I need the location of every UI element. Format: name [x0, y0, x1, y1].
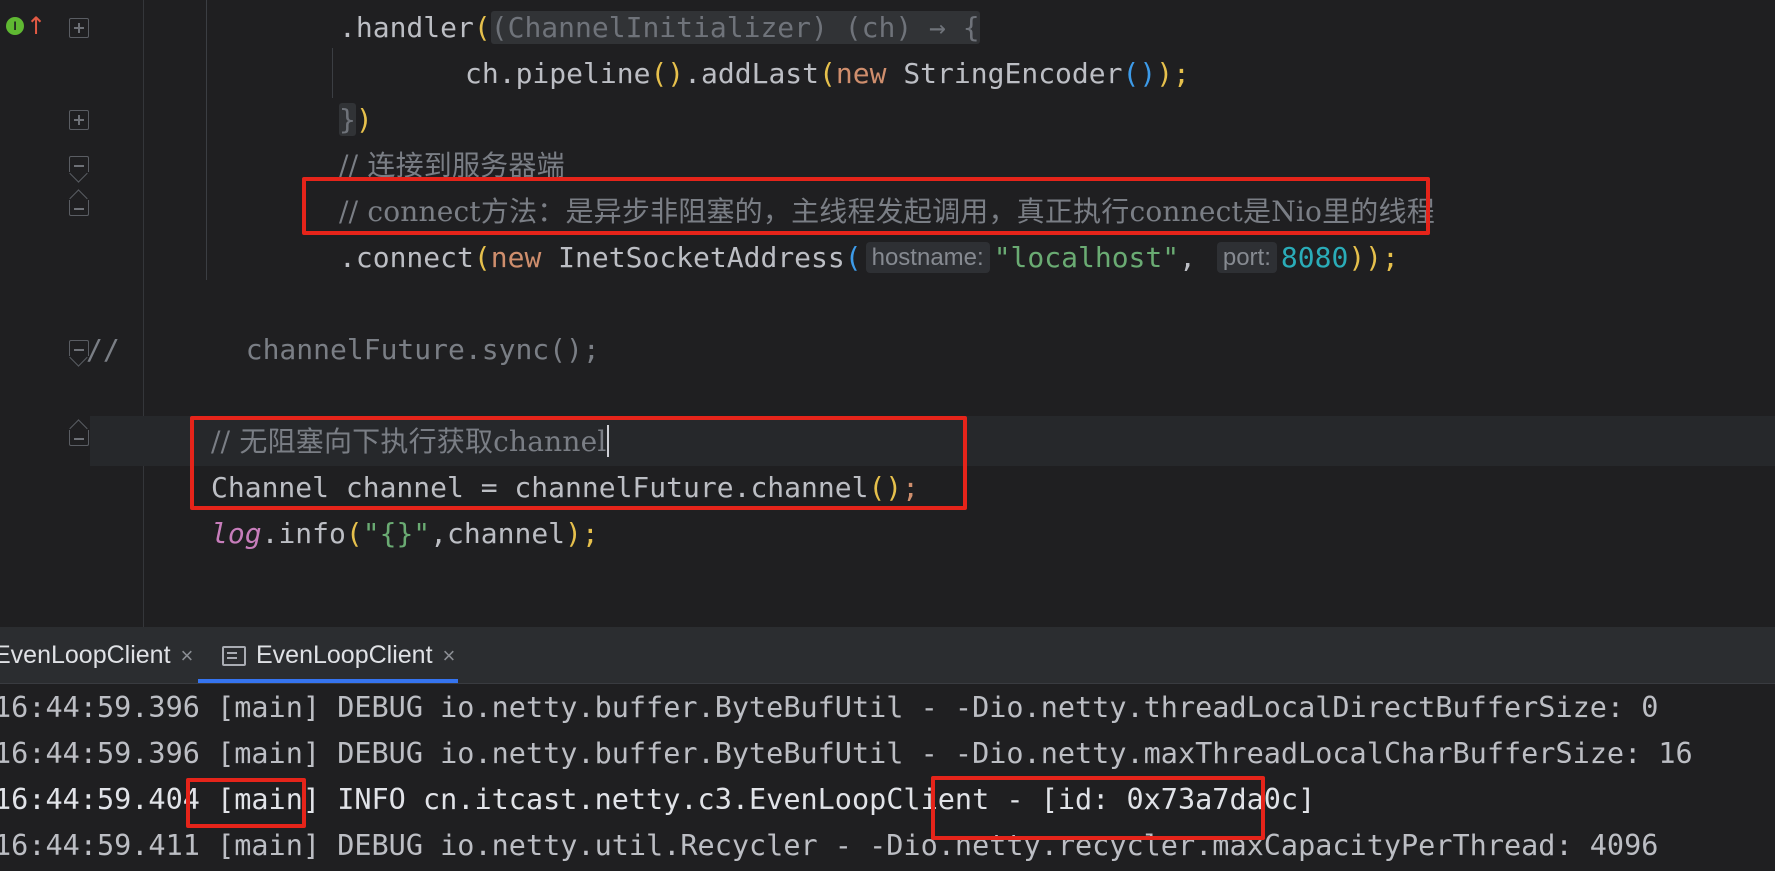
indent-guide	[332, 48, 333, 98]
token-lambda-fold[interactable]: (ChannelInitializer) (ch) → {	[490, 11, 980, 44]
implements-marker-icon[interactable]: I	[6, 17, 24, 35]
token-keyword: new	[835, 57, 887, 90]
code-line-pipeline[interactable]: ch.pipeline().addLast(new StringEncoder(…	[465, 48, 1190, 100]
token-method: connect	[355, 241, 474, 274]
token-class: InetSocketAddress	[558, 241, 845, 274]
token-string: "{}"	[362, 517, 431, 550]
token-dot: .	[339, 241, 356, 274]
token-object: ch.	[465, 57, 516, 90]
token-field: log	[211, 517, 262, 550]
log-message: DEBUG io.netty.buffer.ByteBufUtil - -Dio…	[337, 691, 1659, 724]
fold-expand-icon[interactable]	[69, 18, 89, 38]
fold-expand-icon[interactable]	[69, 110, 89, 130]
code-line-log[interactable]: log.info("{}",channel);	[211, 508, 599, 560]
token-class: StringEncoder	[903, 57, 1123, 90]
run-tab-active[interactable]: EvenLoopClient ×	[198, 627, 458, 683]
token-paren: (	[819, 57, 836, 90]
annotation-box-channel-id	[931, 776, 1265, 840]
gutter-divider	[143, 0, 144, 627]
token-paren: (	[844, 241, 862, 274]
code-line-connect[interactable]: .connect(new InetSocketAddress(hostname:…	[339, 232, 1399, 284]
token-paren: (	[345, 517, 363, 550]
comment-prefix: //	[86, 333, 120, 366]
run-tab-label: EvenLoopClient	[256, 641, 433, 669]
token-paren: (	[473, 11, 491, 44]
log-timestamp: 16:44:59.396	[0, 691, 200, 724]
run-tool-window-tabs: EvenLoopClient × EvenLoopClient ×	[0, 627, 1775, 684]
code-line-close-brace[interactable]: })	[339, 94, 373, 146]
token-close: );	[1156, 57, 1190, 90]
log-thread: [main]	[217, 737, 321, 770]
fold-end-icon[interactable]	[69, 200, 89, 216]
annotation-box-main-thread	[186, 778, 306, 828]
token-dot: .	[261, 517, 279, 550]
token-paren: )	[355, 103, 373, 136]
code-line-handler[interactable]: .handler((ChannelInitializer) (ch) → {	[339, 2, 980, 54]
log-message: DEBUG io.netty.buffer.ByteBufUtil - -Dio…	[337, 737, 1693, 770]
token-method: handler	[355, 11, 474, 44]
console-line: 16:44:59.396 [main] DEBUG io.netty.buffe…	[0, 684, 1658, 734]
fold-end-icon[interactable]	[69, 430, 89, 446]
token-method: pipeline	[515, 57, 651, 90]
run-tab[interactable]: EvenLoopClient ×	[0, 627, 193, 683]
token-number: 8080	[1280, 241, 1349, 274]
commented-code: channelFuture.sync();	[245, 333, 600, 366]
token-dot: .	[339, 11, 356, 44]
token-string: "localhost"	[993, 241, 1180, 274]
log-timestamp: 16:44:59.411	[0, 829, 200, 862]
token-keyword: new	[490, 241, 542, 274]
token-paren: ()	[1122, 57, 1157, 90]
log-timestamp: 16:44:59.396	[0, 737, 200, 770]
code-line-commented-sync[interactable]: // channelFuture.sync();	[86, 324, 600, 376]
code-editor[interactable]: I ↑ .handler((ChannelInitializer) (ch) →…	[0, 0, 1775, 627]
fold-collapse-icon[interactable]	[69, 156, 89, 172]
close-icon[interactable]: ×	[443, 643, 456, 668]
overrides-up-arrow-icon[interactable]: ↑	[26, 14, 46, 38]
token-comma: ,	[1179, 241, 1196, 274]
console-line: 16:44:59.396 [main] DEBUG io.netty.buffe…	[0, 728, 1693, 780]
token-method: info	[278, 517, 346, 550]
indent-guide	[206, 0, 207, 280]
log-timestamp: 16:44:59.404	[0, 783, 200, 816]
log-thread: [main]	[217, 829, 321, 862]
param-hint-port: port:	[1216, 242, 1277, 273]
param-hint-hostname: hostname:	[865, 242, 990, 273]
annotation-box-connect-comment	[302, 177, 1430, 235]
token-dot: .	[684, 57, 702, 90]
run-tab-label: EvenLoopClient	[0, 641, 171, 669]
console-output[interactable]: 16:44:59.396 [main] DEBUG io.netty.buffe…	[0, 684, 1775, 871]
token-brace: }	[339, 103, 356, 136]
token-method: addLast	[701, 57, 820, 90]
console-icon	[222, 646, 246, 666]
log-thread: [main]	[217, 691, 321, 724]
close-icon[interactable]: ×	[181, 643, 194, 668]
annotation-box-channel	[190, 416, 967, 510]
token-close: );	[565, 517, 599, 550]
token-args: ,channel	[430, 517, 566, 550]
active-tab-indicator	[198, 679, 458, 683]
token-close: ));	[1348, 241, 1399, 274]
token-paren: ()	[650, 57, 685, 90]
token-paren: (	[473, 241, 491, 274]
